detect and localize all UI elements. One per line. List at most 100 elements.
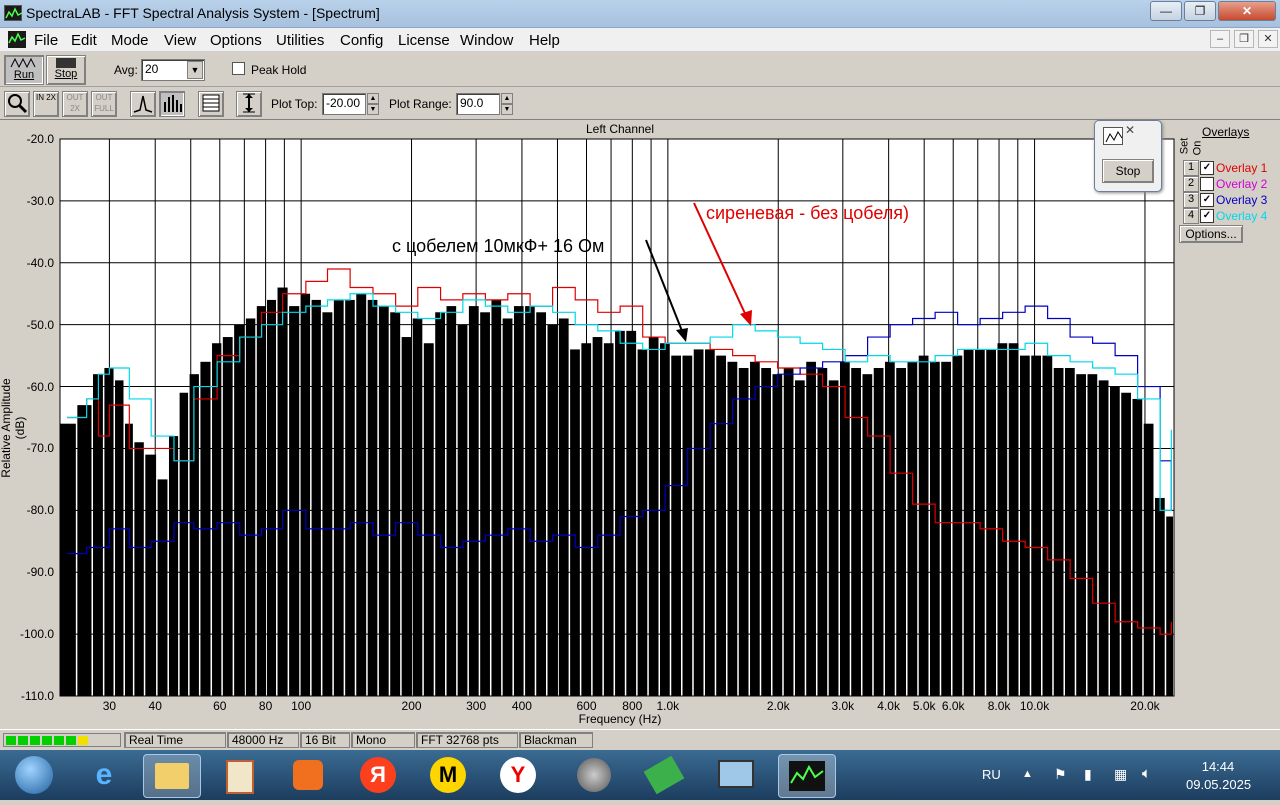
internet-explorer-icon[interactable]: e [76,754,132,796]
start-orb[interactable] [4,754,64,796]
zoom-button[interactable] [4,91,30,117]
menu-file[interactable]: File [34,32,58,49]
overlay-set-button-3[interactable]: 3 [1183,192,1199,208]
peak-curve-icon [133,95,153,113]
mini-control-window: ✕ Stop [1094,120,1162,192]
overlay-on-checkbox-1[interactable]: ✓ [1200,161,1214,175]
spectrum-bar [592,337,603,696]
zoom-out-2x-button[interactable]: OUT 2X [62,91,88,117]
spectrum-bar [277,287,288,696]
menu-license[interactable]: License [398,32,450,49]
menu-view[interactable]: View [164,32,196,49]
zoom-out-full-button[interactable]: OUT FULL [91,91,117,117]
music-icon[interactable]: M [420,754,476,796]
y-tick-label: -110.0 [20,689,54,703]
overlay-options-button[interactable]: Options... [1179,225,1243,243]
spectrum-bar [896,367,906,696]
overlay-on-checkbox-4[interactable]: ✓ [1200,209,1214,223]
run-button[interactable]: Run [4,55,44,85]
clock-time: 14:44 [1201,759,1235,774]
spectrum-plot[interactable] [0,121,1176,729]
overlay-on-checkbox-2[interactable] [1200,177,1214,191]
overlay-set-button-1[interactable]: 1 [1183,160,1199,176]
menu-help[interactable]: Help [529,32,560,49]
x-tick-label: 20.0k [1130,699,1160,713]
menu-utilities[interactable]: Utilities [276,32,324,49]
speaker-icon[interactable] [566,754,622,796]
zoom-in-2x-button[interactable]: IN 2X [33,91,59,117]
bar-plot-button[interactable] [159,91,185,117]
spectrum-bar [783,367,794,696]
x-tick-label: 300 [466,699,487,713]
tray-expand-icon[interactable]: ▲ [1022,768,1033,780]
menu-edit[interactable]: Edit [71,32,97,49]
overlay-set-button-4[interactable]: 4 [1183,208,1199,224]
yandex-icon[interactable]: Я [350,754,406,796]
spectrum-bar [1154,497,1165,696]
close-button[interactable]: ✕ [1218,1,1276,21]
stop-button[interactable]: Stop [46,55,86,85]
folder-icon[interactable] [143,754,201,798]
taskbar: e Я M Y RU ▲ ⚑ ▮ ▦ 🔈︎ [0,750,1280,800]
status-bits: 16 Bit [300,732,350,748]
spectrum-bar [145,454,157,696]
battery-icon[interactable]: ▮ [1084,766,1092,783]
archive-icon[interactable] [212,754,268,796]
spectrum-bar [435,312,446,696]
scale-button[interactable] [236,91,262,117]
x-tick-label: 400 [511,699,532,713]
plot-top-up-button[interactable]: ▲ [367,93,379,104]
flag-icon[interactable]: ⚑ [1054,766,1067,783]
overlay-on-checkbox-3[interactable]: ✓ [1200,193,1214,207]
main-toolbar: Run Stop Avg: 20 ▼ Peak Hold [0,53,1280,87]
x-tick-label: 6.0k [941,699,965,713]
media-player-icon[interactable] [280,754,336,796]
computer-icon[interactable] [708,754,764,796]
spectrum-bar [918,355,929,696]
network-icon[interactable]: ▦ [1114,766,1127,783]
menu-window[interactable]: Window [460,32,513,49]
plot-range-label: Plot Range: [389,97,452,111]
peak-hold-checkbox[interactable] [232,62,245,75]
plot-top-down-button[interactable]: ▼ [367,104,379,115]
table-view-button[interactable] [198,91,224,117]
plot-top-input[interactable]: -20.00 [322,93,366,115]
mdi-minimize-button[interactable]: – [1210,30,1230,48]
tray-clock[interactable]: 14:44 09.05.2025 [1186,758,1251,794]
plot-range-down-button[interactable]: ▼ [501,104,513,115]
spectralab-icon[interactable] [778,754,836,798]
mini-close-icon[interactable]: ✕ [1125,123,1135,137]
menu-mode[interactable]: Mode [111,32,149,49]
spectrum-bar [502,318,513,696]
maximize-button[interactable]: ❐ [1184,1,1216,21]
x-tick-label: 100 [291,699,312,713]
plot-range-input[interactable]: 90.0 [456,93,500,115]
plot-range-up-button[interactable]: ▲ [501,93,513,104]
x-tick-label: 80 [258,699,273,713]
spectrum-bar [558,318,569,696]
document-icon[interactable] [8,31,26,48]
plot-top-label: Plot Top: [271,97,318,111]
yandex-browser-icon[interactable]: Y [490,754,546,796]
menu-config[interactable]: Config [340,32,383,49]
spectrum-bar [693,349,704,696]
chevron-down-icon[interactable]: ▼ [187,61,203,79]
volume-icon[interactable]: 🔈︎ [1142,765,1151,782]
spectrum-bar [873,367,884,696]
mdi-close-button[interactable]: ✕ [1258,30,1278,48]
spectrum-bar [1087,374,1098,696]
menu-options[interactable]: Options [210,32,262,49]
line-plot-button[interactable] [130,91,156,117]
status-fft-size: FFT 32768 pts [416,732,518,748]
spectrum-bar [222,337,233,696]
spectrum-bar [300,293,311,696]
avg-select[interactable]: 20 ▼ [141,59,205,81]
spectrum-bar [738,367,749,696]
overlay-set-button-2[interactable]: 2 [1183,176,1199,192]
language-indicator[interactable]: RU [982,767,1001,782]
mini-stop-button[interactable]: Stop [1102,159,1154,183]
mdi-restore-button[interactable]: ❐ [1234,30,1254,48]
stop-label: Stop [54,68,78,80]
money-icon[interactable] [636,754,692,796]
minimize-button[interactable]: — [1150,1,1182,21]
